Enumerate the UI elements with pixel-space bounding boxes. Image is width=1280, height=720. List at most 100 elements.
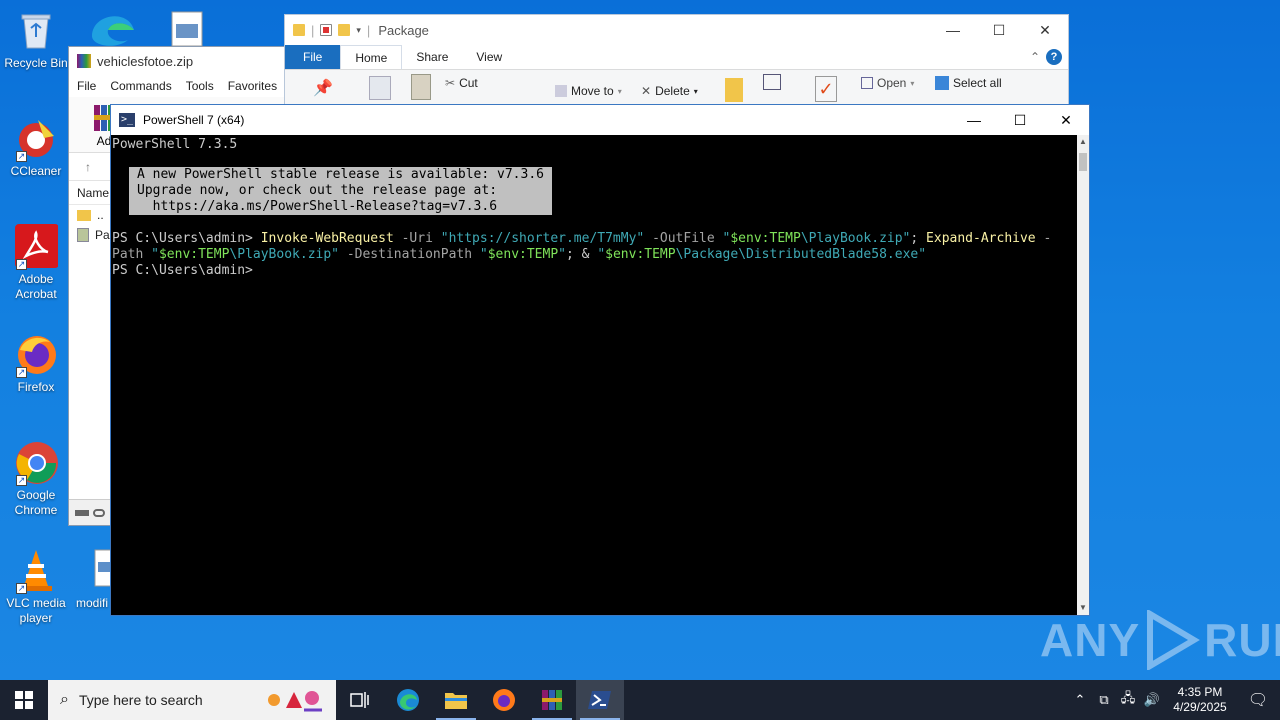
folder-icon	[445, 693, 467, 709]
tab-file[interactable]: File	[285, 45, 341, 69]
network-icon[interactable]: 🖧	[1116, 689, 1140, 711]
taskbar-winrar[interactable]	[528, 680, 576, 720]
delete-button[interactable]: ✕ Delete ▾	[641, 84, 698, 98]
start-button[interactable]	[0, 680, 48, 720]
winrar-menu-favorites[interactable]: Favorites	[228, 79, 277, 93]
new-folder-large-icon[interactable]	[725, 78, 743, 102]
taskbar-clock[interactable]: 4:35 PM 4/29/2025	[1164, 685, 1236, 715]
search-highlight-icon	[264, 686, 326, 714]
column-name[interactable]: Name	[77, 186, 109, 200]
tab-view[interactable]: View	[462, 45, 516, 69]
scroll-up-icon[interactable]: ▲	[1077, 135, 1089, 149]
tab-share[interactable]: Share	[402, 45, 462, 69]
winrar-menu-file[interactable]: File	[77, 79, 96, 93]
ribbon-home: 📌 ✂ Cut Move to ▾ ✕ Delete ▾ ✓ Open ▾ Se…	[285, 69, 1068, 107]
delete-x-icon: ✕	[641, 84, 652, 98]
properties-icon[interactable]	[320, 24, 333, 36]
taskbar-firefox[interactable]	[480, 680, 528, 720]
close-button[interactable]: ✕	[1043, 105, 1089, 135]
desktop-icon-label: Adobe Acrobat	[15, 272, 57, 301]
windows-logo-icon	[15, 691, 33, 709]
notice-line: Upgrade now, or check out the release pa…	[137, 183, 498, 198]
notice-line: https://aka.ms/PowerShell-Release?tag=v7…	[137, 199, 498, 214]
new-item-icon[interactable]	[763, 74, 781, 90]
scroll-thumb[interactable]	[1079, 153, 1087, 171]
system-tray: ⌃ ⧉ 🖧 🔊 4:35 PM 4/29/2025 🗨	[1068, 680, 1280, 720]
task-view-button[interactable]	[336, 680, 384, 720]
taskbar: ⌕ Type here to search ⌃ ⧉ 🖧 🔊 4:35 PM 4/…	[0, 680, 1280, 720]
param-token: -OutFile	[644, 231, 723, 246]
open-button[interactable]: Open ▾	[861, 76, 914, 90]
taskbar-search-box[interactable]: ⌕ Type here to search	[48, 680, 336, 720]
collapse-ribbon-icon[interactable]: ⌃	[1024, 45, 1046, 69]
shortcut-arrow-icon: ↗	[16, 583, 27, 594]
desktop-icon-recycle-bin[interactable]: Recycle Bin	[0, 8, 72, 71]
select-all-icon	[935, 76, 949, 90]
close-button[interactable]: ✕	[1022, 15, 1068, 45]
winrar-menu-commands[interactable]: Commands	[110, 79, 171, 93]
string-token: "	[558, 247, 566, 262]
folder-icon[interactable]	[293, 24, 305, 36]
explorer-title: Package	[378, 22, 429, 38]
console-output[interactable]: PowerShell 7.3.5 A new PowerShell stable…	[111, 135, 1077, 615]
taskbar-file-explorer[interactable]	[432, 680, 480, 720]
winrar-icon	[542, 690, 562, 710]
string-token: \PlayBook.zip"	[229, 247, 339, 262]
console-scrollbar[interactable]: ▲ ▼	[1077, 135, 1089, 615]
up-arrow-icon[interactable]: ↑	[85, 160, 91, 174]
chevron-down-icon[interactable]: ▾	[356, 25, 361, 36]
firefox-icon	[493, 689, 515, 711]
maximize-button[interactable]: ☐	[976, 15, 1022, 45]
winrar-titlebar[interactable]: vehiclesfotoe.zip	[69, 47, 285, 75]
notice-line: A new PowerShell stable release is avail…	[137, 167, 544, 182]
cut-button[interactable]: ✂ Cut	[445, 76, 478, 90]
desktop-icon-ccleaner[interactable]: ↗ CCleaner	[0, 116, 72, 179]
winrar-menu-tools[interactable]: Tools	[186, 79, 214, 93]
taskbar-edge[interactable]	[384, 680, 432, 720]
edge-desktop-icon[interactable]	[88, 6, 138, 46]
desktop-icon-firefox[interactable]: ↗ Firefox	[0, 332, 72, 395]
volume-icon[interactable]: 🔊	[1140, 692, 1164, 708]
winrar-menubar: File Commands Tools Favorites	[69, 75, 285, 97]
properties-checkmark-icon[interactable]: ✓	[815, 76, 837, 102]
powershell-icon	[588, 691, 611, 709]
explorer-titlebar[interactable]: | ▾ | Package — ☐ ✕	[285, 15, 1068, 45]
new-folder-icon[interactable]	[338, 24, 351, 36]
powershell-titlebar[interactable]: >_ PowerShell 7 (x64) — ☐ ✕	[111, 105, 1089, 135]
param-token: -	[1035, 231, 1052, 246]
open-icon	[861, 77, 873, 89]
chevron-down-icon: ▾	[910, 78, 915, 88]
tab-home[interactable]: Home	[340, 45, 403, 69]
clock-time: 4:35 PM	[1177, 685, 1223, 699]
select-all-label: Select all	[953, 76, 1002, 90]
select-all-button[interactable]: Select all	[935, 76, 1002, 90]
maximize-button[interactable]: ☐	[997, 105, 1043, 135]
minimize-button[interactable]: —	[951, 105, 997, 135]
cmdlet-token: Invoke-WebRequest	[260, 231, 394, 246]
pin-icon[interactable]: 📌	[313, 78, 333, 98]
minimize-button[interactable]: —	[930, 15, 976, 45]
string-token: "	[151, 247, 159, 262]
firefox-icon: ↗	[14, 332, 58, 378]
ccleaner-icon: ↗	[14, 116, 58, 162]
desktop-icon-label: CCleaner	[10, 164, 62, 178]
paste-icon[interactable]	[411, 74, 431, 100]
powershell-window: >_ PowerShell 7 (x64) — ☐ ✕ PowerShell 7…	[110, 104, 1090, 616]
help-icon[interactable]: ?	[1046, 45, 1068, 69]
console-banner: PowerShell 7.3.5	[112, 137, 238, 152]
cut-label: Cut	[459, 76, 478, 90]
image-file-desktop-icon[interactable]	[170, 10, 204, 47]
copy-icon[interactable]	[369, 76, 391, 100]
update-notice: A new PowerShell stable release is avail…	[129, 167, 552, 215]
move-to-button[interactable]: Move to ▾	[555, 84, 622, 98]
desktop-icon-google-chrome[interactable]: ↗ Google Chrome	[0, 440, 72, 518]
meet-now-icon[interactable]: ⧉	[1092, 692, 1116, 708]
notifications-icon[interactable]: 🗨	[1236, 690, 1280, 710]
desktop-icon-label: VLC media player	[6, 596, 66, 625]
folder-icon	[77, 209, 91, 221]
desktop-icon-adobe-acrobat[interactable]: ↗ Adobe Acrobat	[0, 224, 72, 302]
edge-icon	[397, 689, 419, 711]
show-hidden-icons-chevron-icon[interactable]: ⌃	[1068, 692, 1092, 708]
taskbar-powershell[interactable]	[576, 680, 624, 720]
desktop-icon-vlc[interactable]: ↗ VLC media player	[0, 548, 72, 626]
